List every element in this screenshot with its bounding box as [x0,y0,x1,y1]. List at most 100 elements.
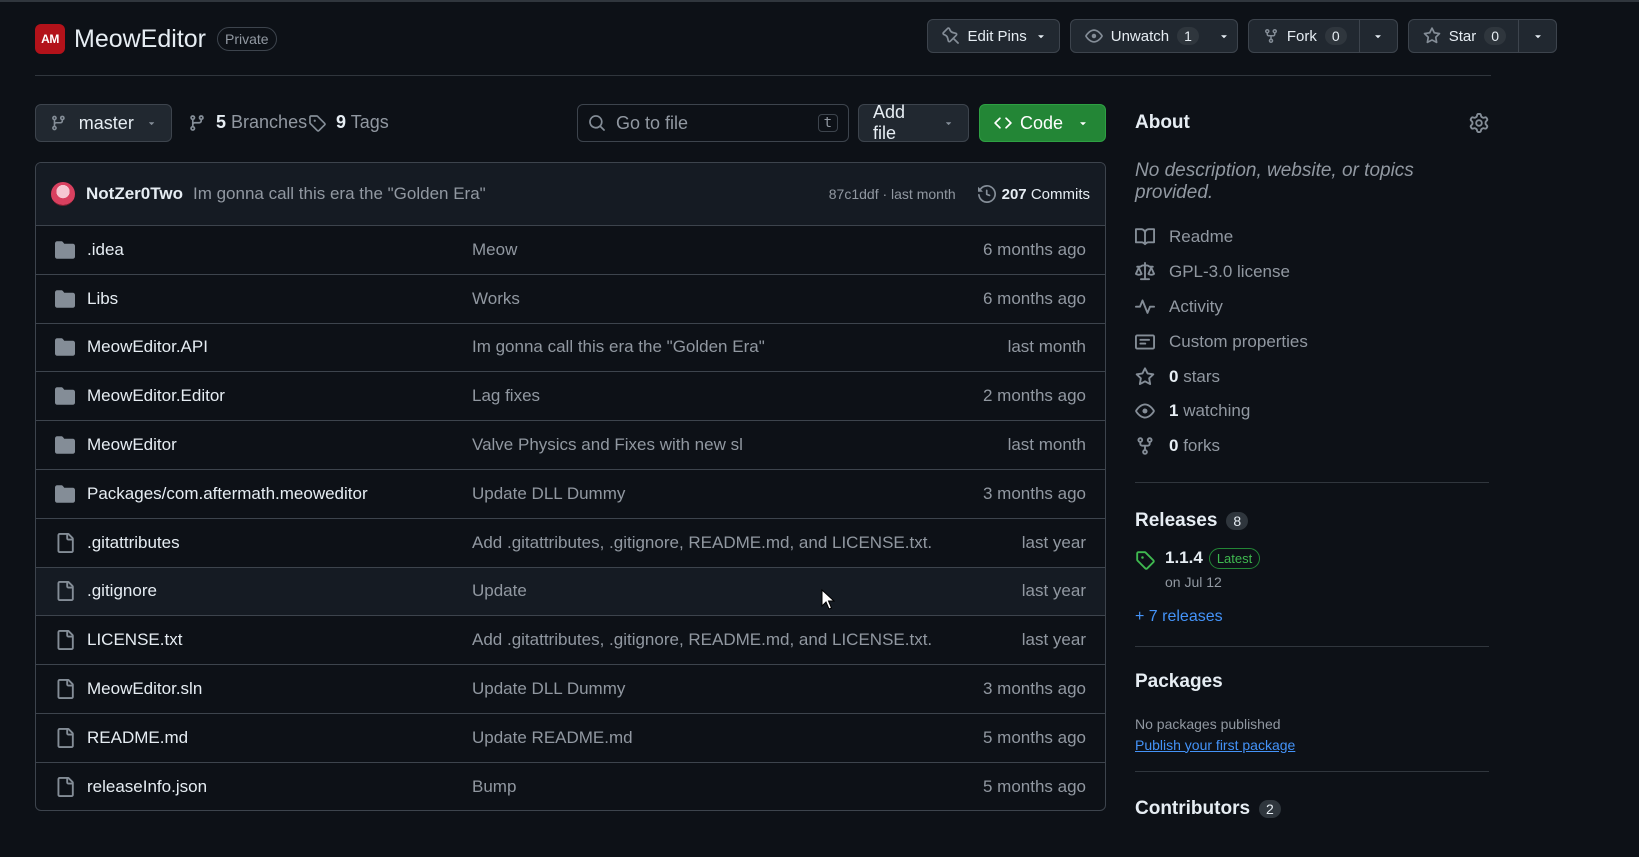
file-name-link[interactable]: MeowEditor.sln [87,679,472,699]
star-dropdown[interactable] [1518,20,1556,52]
releases-title[interactable]: Releases [1135,510,1217,532]
edit-pins-button[interactable]: Edit Pins [926,19,1060,53]
go-to-file-input[interactable]: Go to file t [577,104,849,142]
star-button[interactable]: Star 0 [1407,19,1557,53]
file-name-link[interactable]: Packages/com.aftermath.meoweditor [87,484,472,504]
file-row[interactable]: releaseInfo.json Bump 5 months ago [36,763,1105,810]
publish-package-link[interactable]: Publish your first package [1135,737,1489,753]
file-row[interactable]: MeowEditor.sln Update DLL Dummy 3 months a… [36,665,1105,714]
file-name-link[interactable]: .gitattributes [87,533,472,553]
triangle-down-icon [1375,35,1381,39]
file-row[interactable]: .gitattributes Add .gitattributes, .gitig… [36,519,1105,568]
commit-author-link[interactable]: NotZer0Two [86,184,183,204]
file-commit-message-link[interactable]: Add .gitattributes, .gitignore, README.m… [472,533,1022,553]
commit-message-link[interactable]: Im gonna call this era the "Golden Era" [193,184,486,204]
activity-link[interactable]: Activity [1135,290,1489,325]
commits-history-link[interactable]: 207 Commits [977,185,1090,203]
file-name-link[interactable]: MeowEditor.API [87,337,472,357]
file-name-link[interactable]: MeowEditor [87,435,472,455]
file-commit-message-link[interactable]: Update DLL Dummy [472,679,983,699]
file-commit-message-link[interactable]: Works [472,289,983,309]
fork-button[interactable]: Fork 0 [1247,19,1398,53]
stars-link[interactable]: 0 stars [1135,359,1489,394]
unwatch-dropdown[interactable] [1211,20,1237,52]
code-button[interactable]: Code [979,104,1106,142]
add-file-label: Add file [873,102,906,143]
fork-icon [1137,437,1153,455]
file-commit-message-link[interactable]: Update [472,581,1022,601]
file-row[interactable]: Libs Works 6 months ago [36,275,1105,324]
packages-title[interactable]: Packages [1135,671,1489,693]
file-icon-wrap [55,581,75,602]
star-icon [1423,27,1441,44]
repo-actions: Edit Pins Unwatch 1 Fork 0 Star 0 [926,19,1557,53]
file-name-link[interactable]: .gitignore [87,581,472,601]
file-icon-wrap [55,679,75,700]
file-row[interactable]: MeowEditor.Editor Lag fixes 2 months ago [36,372,1105,422]
tags-link[interactable]: 9 Tags [308,112,389,133]
repo-owner-avatar[interactable]: AM [35,24,65,54]
file-commit-date: 6 months ago [982,288,1086,308]
file-commit-message-link[interactable]: Valve Physics and Fixes with new sl [472,435,1008,455]
file-commit-message-link[interactable]: Update DLL Dummy [472,484,983,504]
file-row[interactable]: Packages/com.aftermath.meoweditor Update … [36,470,1105,519]
file-icon [57,777,74,798]
fork-icon [1264,29,1277,44]
file-row[interactable]: MeowEditor Valve Physics and Fixes with n… [36,421,1105,470]
forks-label: forks [1183,436,1221,456]
contributors-section: Contributors 2 [1135,798,1489,820]
file-commit-message-link[interactable]: Add .gitattributes, .gitignore, README.m… [472,630,1022,650]
fork-dropdown[interactable] [1358,20,1397,52]
file-icon [57,727,74,748]
fork-label: Fork [1286,27,1317,45]
fork-count: 0 [1324,27,1347,45]
add-file-button[interactable]: Add file [858,102,969,143]
gear-icon[interactable] [1469,113,1489,133]
file-name-link[interactable]: Libs [87,289,472,309]
release-version[interactable]: 1.1.4 [1165,548,1203,568]
book-icon [1135,228,1155,246]
unwatch-button[interactable]: Unwatch 1 [1069,19,1238,53]
triangle-down-icon [945,122,951,126]
triangle-down-icon [1534,35,1541,39]
commit-hash-time[interactable]: 87c1ddf · last month [829,186,956,202]
file-icon [57,630,74,651]
file-name-link[interactable]: releaseInfo.json [87,777,472,797]
repo-name-link[interactable]: MeowEditor [74,25,206,54]
contributors-title[interactable]: Contributors [1135,798,1250,820]
sidebar-divider [1135,770,1489,772]
file-row[interactable]: LICENSE.txt Add .gitattributes, .gitignor… [36,616,1105,666]
file-row[interactable]: MeowEditor.API Im gonna call this era the… [36,324,1105,373]
folder-icon-wrap [55,484,75,504]
file-list: .idea Meow 6 months ago Libs Works 6 months a… [36,226,1105,810]
file-commit-message-link[interactable]: Im gonna call this era the "Golden Era" [472,337,1008,357]
file-name-link[interactable]: .idea [87,240,472,260]
file-commit-message-link[interactable]: Update README.md [472,728,983,748]
file-row[interactable]: README.md Update README.md 5 months ago [36,714,1105,763]
file-commit-message-link[interactable]: Meow [472,240,983,260]
readme-link[interactable]: Readme [1135,220,1489,255]
branches-link[interactable]: 5 Branches [188,112,307,133]
file-row[interactable]: .idea Meow 6 months ago [36,226,1105,275]
file-commit-message-link[interactable]: Lag fixes [472,386,983,406]
branches-label: Branches [231,112,308,132]
branch-selector[interactable]: master [35,104,172,142]
watching-link[interactable]: 1 watching [1135,394,1489,429]
license-link[interactable]: GPL-3.0 license [1135,255,1489,290]
about-header: About [1135,104,1489,142]
code-label: Code [1020,112,1064,133]
file-name-link[interactable]: MeowEditor.Editor [87,386,472,406]
visibility-badge: Private [217,27,277,51]
more-releases-link[interactable]: + 7 releases [1135,608,1489,626]
file-name-link[interactable]: LICENSE.txt [87,630,472,650]
custom-properties-link[interactable]: Custom properties [1135,324,1489,359]
file-name-link[interactable]: README.md [87,728,472,748]
about-description: No description, website, or topics provi… [1135,160,1414,203]
file-commit-date: 2 months ago [982,386,1086,406]
file-commit-message-link[interactable]: Bump [472,777,983,797]
file-row[interactable]: .gitignore Update last year [36,567,1105,617]
latest-release[interactable]: 1.1.4 Latest on Jul 12 [1135,547,1489,590]
author-avatar[interactable] [51,182,75,206]
forks-link[interactable]: 0 forks [1135,429,1489,464]
file-icon-wrap [55,630,75,651]
